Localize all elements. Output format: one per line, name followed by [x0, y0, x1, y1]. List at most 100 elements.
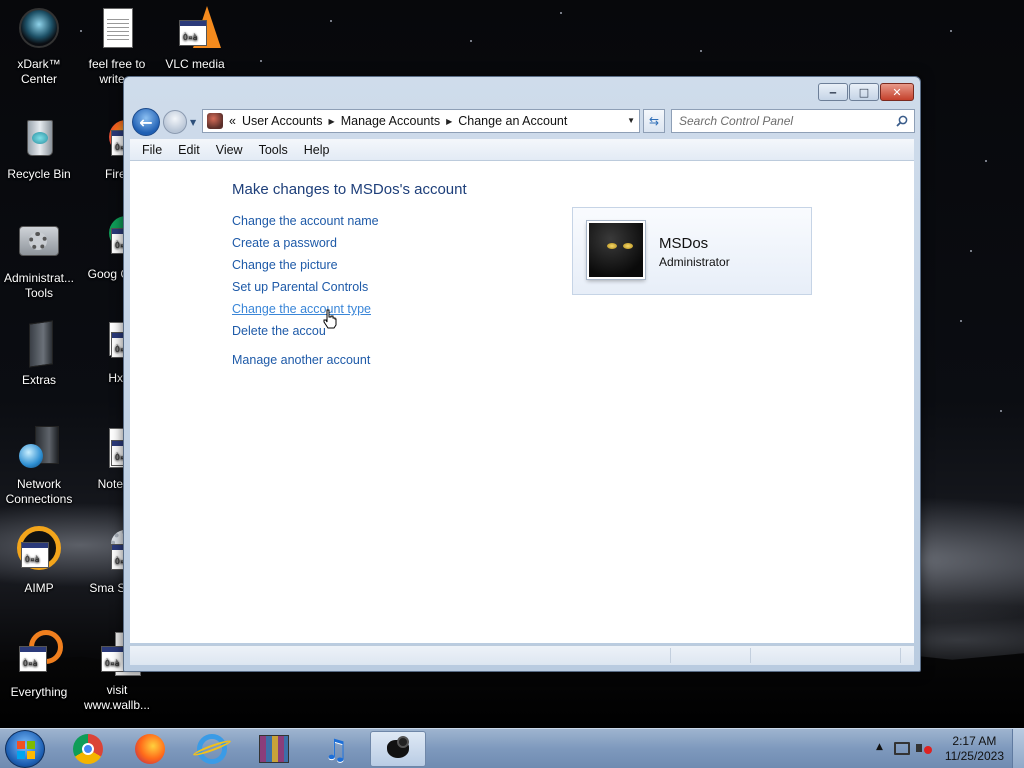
clock-time: 2:17 AM [952, 734, 997, 748]
status-divider [900, 648, 901, 663]
desktop-icon-recycle-bin[interactable]: Recycle Bin [0, 116, 78, 182]
internet-explorer-icon [192, 734, 232, 764]
search-input[interactable] [679, 114, 884, 128]
taskbar: ♫ ▲ 2:17 AM 11/25/2023 [0, 728, 1024, 768]
status-divider [750, 648, 751, 663]
desktop-icon-everything[interactable]: Everything [0, 630, 78, 700]
clock-date: 11/25/2023 [944, 749, 1004, 763]
firefox-icon [135, 734, 165, 764]
folder-icon [15, 320, 63, 370]
manage-another-account-link[interactable]: Manage another account [232, 353, 370, 367]
desktop-icon-label: Recycle Bin [7, 167, 71, 181]
desktop-icon-label: AIMP [24, 581, 54, 595]
star [960, 320, 962, 322]
user-accounts-icon [383, 736, 413, 762]
refresh-button[interactable]: ⇆ [643, 109, 665, 133]
recent-pages-dropdown[interactable]: ▼ [190, 118, 196, 127]
music-note-icon: ♫ [323, 732, 349, 766]
star [560, 12, 562, 14]
window-controls: ‒ □ ✕ [818, 83, 914, 101]
status-divider [670, 648, 671, 663]
menu-help[interactable]: Help [296, 141, 338, 159]
show-desktop-button[interactable] [1012, 729, 1024, 768]
breadcrumb-overflow[interactable]: « [229, 114, 236, 128]
status-bar [130, 645, 914, 665]
xdark-icon [15, 6, 63, 54]
search-icon[interactable] [896, 115, 908, 127]
address-bar[interactable]: « User Accounts ▶ Manage Accounts ▶ Chan… [202, 109, 640, 133]
minimize-button[interactable]: ‒ [818, 83, 848, 101]
back-button[interactable]: ← [132, 108, 160, 136]
desktop-icon-label: Network Connections [5, 477, 73, 506]
aimp-icon [15, 526, 63, 578]
change-account-name-link[interactable]: Change the account name [232, 214, 379, 228]
hand-cursor-icon [323, 309, 337, 329]
show-hidden-icons-button[interactable]: ▲ [876, 742, 883, 752]
delete-account-link[interactable]: Delete the accou [232, 324, 326, 338]
breadcrumb-manage-accounts[interactable]: Manage Accounts [341, 114, 440, 128]
desktop-icon-label: Administrat... Tools [3, 271, 75, 300]
taskbar-control-panel[interactable] [370, 731, 426, 767]
star [700, 50, 702, 52]
desktop-icon-label: Everything [10, 685, 68, 699]
taskbar-chrome[interactable] [60, 731, 116, 767]
network-status-icon[interactable] [894, 742, 910, 755]
taskbar-archive-manager[interactable] [246, 731, 302, 767]
change-account-type-link[interactable]: Change the account type [232, 302, 371, 316]
taskbar-firefox[interactable] [122, 731, 178, 767]
menu-file[interactable]: File [134, 141, 170, 159]
desktop-icon-label: Extras [21, 373, 56, 387]
address-dropdown-icon[interactable]: ▼ [627, 116, 635, 125]
maximize-button[interactable]: □ [849, 83, 879, 101]
chrome-icon [73, 734, 103, 764]
search-box[interactable] [671, 109, 915, 133]
star [470, 40, 472, 42]
content-pane: Make changes to MSDos's account Change t… [130, 161, 914, 643]
account-card: MSDos Administrator [572, 207, 812, 295]
desktop-icon-vlc-media[interactable]: VLC media [156, 6, 234, 72]
control-panel-window: ‒ □ ✕ ← ▼ « User Accounts ▶ Manage Accou… [123, 76, 921, 672]
taskbar-itunes[interactable]: ♫ [308, 731, 364, 767]
desktop-icon-xdark-center[interactable]: xDark™ Center [0, 6, 78, 87]
forward-button[interactable] [163, 110, 187, 134]
taskbar-internet-explorer[interactable] [184, 731, 240, 767]
clock[interactable]: 2:17 AM 11/25/2023 [945, 734, 1004, 764]
parental-controls-link[interactable]: Set up Parental Controls [232, 280, 368, 294]
cat-eye [623, 243, 633, 249]
desktop-icon-extras[interactable]: Extras [0, 320, 78, 388]
desktop-icon-feel-free[interactable]: feel free to write a [78, 6, 156, 87]
avatar [587, 221, 645, 279]
breadcrumb-user-accounts[interactable]: User Accounts [242, 114, 323, 128]
minimize-icon: ‒ [829, 85, 837, 99]
menu-tools[interactable]: Tools [251, 141, 296, 159]
network-icon [15, 426, 63, 474]
create-password-link[interactable]: Create a password [232, 236, 337, 250]
star [970, 250, 972, 252]
desktop-icon-network-connections[interactable]: Network Connections [0, 426, 78, 507]
system-tray: ▲ 2:17 AM 11/25/2023 [864, 729, 1024, 768]
archive-icon [259, 735, 289, 763]
menu-edit[interactable]: Edit [170, 141, 208, 159]
page-title: Make changes to MSDos's account [232, 181, 467, 198]
everything-icon [15, 630, 63, 682]
desktop-icon-label: VLC media [165, 57, 225, 71]
star [950, 30, 952, 32]
close-icon: ✕ [892, 85, 902, 99]
breadcrumb-change-an-account[interactable]: Change an Account [458, 114, 567, 128]
account-name: MSDos [659, 235, 709, 252]
vlc-icon [171, 6, 221, 54]
close-button[interactable]: ✕ [880, 83, 914, 101]
menu-view[interactable]: View [208, 141, 251, 159]
start-button[interactable] [5, 730, 45, 768]
maximize-icon: □ [858, 85, 870, 99]
windows-logo-icon [17, 741, 35, 759]
account-type: Administrator [659, 255, 730, 269]
change-picture-link[interactable]: Change the picture [232, 258, 338, 272]
star [1000, 410, 1002, 412]
breadcrumb-separator-icon[interactable]: ▶ [329, 117, 335, 126]
desktop-icon-admin-tools[interactable]: Administrat... Tools [0, 220, 78, 301]
desktop-icon-aimp[interactable]: AIMP [0, 526, 78, 596]
admin-tools-icon [15, 220, 63, 268]
volume-muted-icon[interactable] [916, 740, 932, 756]
breadcrumb-separator-icon[interactable]: ▶ [446, 117, 452, 126]
